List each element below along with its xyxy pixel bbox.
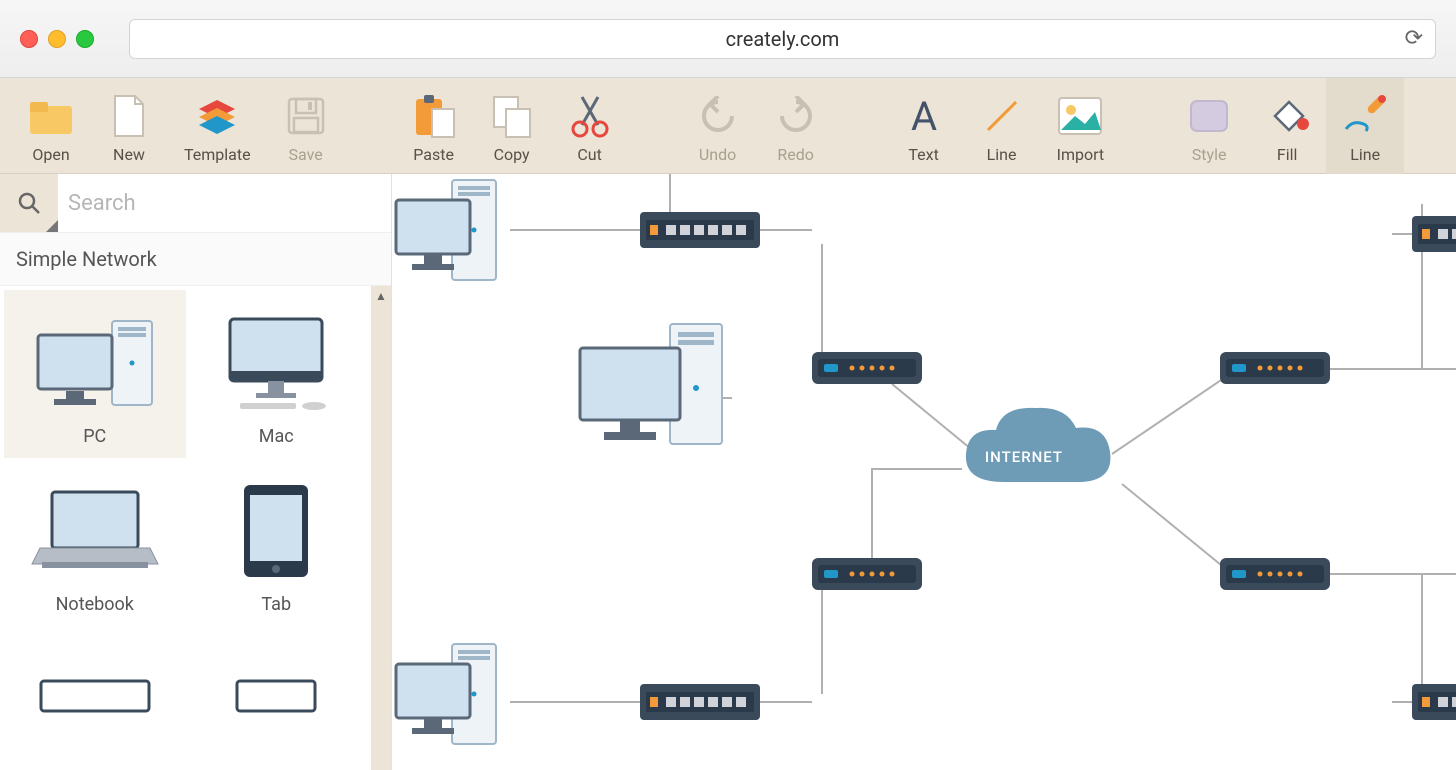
template-button[interactable]: Template (168, 78, 267, 174)
copy-icon (489, 93, 535, 139)
line-style-button[interactable]: Line (1326, 78, 1404, 174)
line-tool-button[interactable]: Line (963, 78, 1041, 174)
search-input[interactable] (58, 174, 391, 232)
reload-icon[interactable]: ⟳ (1405, 26, 1423, 51)
main-toolbar: Open New Template Save Paste Copy (0, 78, 1456, 174)
canvas-router-node[interactable] (1220, 352, 1330, 384)
canvas-switch-node[interactable] (640, 684, 760, 720)
redo-button[interactable]: Redo (757, 78, 835, 174)
device-icon (25, 645, 165, 755)
fill-button[interactable]: Fill (1248, 78, 1326, 174)
mac-icon (206, 308, 346, 418)
search-icon[interactable] (0, 174, 58, 232)
shape-tab-label: Tab (261, 594, 291, 615)
shape-pc-label: PC (83, 426, 106, 447)
canvas-switch-node[interactable] (1412, 684, 1456, 720)
workspace: Simple Network (0, 174, 1456, 770)
notebook-icon (25, 476, 165, 586)
device-icon (206, 645, 346, 755)
shape-sidebar: Simple Network (0, 174, 392, 770)
shape-notebook[interactable]: Notebook (4, 458, 186, 626)
template-icon (194, 93, 240, 139)
cut-button[interactable]: Cut (551, 78, 629, 174)
fill-icon (1264, 93, 1310, 139)
shape-notebook-label: Notebook (56, 594, 134, 615)
shape-library-grid: PC Mac (0, 286, 371, 770)
redo-icon (773, 93, 819, 139)
save-button[interactable]: Save (267, 78, 345, 174)
cut-icon (567, 93, 613, 139)
pencil-icon (1342, 93, 1388, 139)
style-icon (1186, 93, 1232, 139)
address-bar[interactable]: creately.com ⟳ (129, 19, 1436, 59)
undo-icon (695, 93, 741, 139)
text-tool-button[interactable]: A Text (885, 78, 963, 174)
window-controls (20, 30, 94, 48)
canvas-router-node[interactable] (1220, 558, 1330, 590)
canvas-pc-node[interactable] (396, 644, 496, 744)
new-file-icon (106, 93, 152, 139)
library-title[interactable]: Simple Network (0, 232, 391, 286)
canvas-pc-node[interactable] (396, 180, 496, 280)
search-row (0, 174, 391, 232)
maximize-window-button[interactable] (76, 30, 94, 48)
shape-extra-1[interactable] (4, 627, 186, 766)
paste-button[interactable]: Paste (395, 78, 473, 174)
shape-extra-2[interactable] (186, 627, 368, 766)
tab-icon (206, 476, 346, 586)
save-icon (283, 93, 329, 139)
minimize-window-button[interactable] (48, 30, 66, 48)
import-button[interactable]: Import (1041, 78, 1121, 174)
canvas-cloud-node[interactable]: INTERNET (966, 408, 1111, 482)
scroll-up-icon[interactable]: ▲ (371, 286, 391, 306)
canvas-switch-node[interactable] (640, 212, 760, 248)
undo-button[interactable]: Undo (679, 78, 757, 174)
canvas-switch-node[interactable] (1412, 216, 1456, 252)
paste-icon (411, 93, 457, 139)
svg-text:A: A (911, 96, 937, 136)
folder-icon (28, 93, 74, 139)
canvas-router-node[interactable] (812, 352, 922, 384)
shape-mac-label: Mac (259, 426, 294, 447)
pc-icon (25, 308, 165, 418)
diagram-canvas[interactable]: INTERNET (392, 174, 1456, 770)
copy-button[interactable]: Copy (473, 78, 551, 174)
line-icon (979, 93, 1025, 139)
browser-chrome: creately.com ⟳ (0, 0, 1456, 78)
style-button[interactable]: Style (1170, 78, 1248, 174)
shape-mac[interactable]: Mac (186, 290, 368, 458)
canvas-pc-node[interactable] (580, 324, 722, 444)
library-scrollbar[interactable]: ▲ (371, 286, 391, 770)
cloud-label: INTERNET (985, 448, 1063, 466)
text-icon: A (901, 93, 947, 139)
new-button[interactable]: New (90, 78, 168, 174)
shape-tab[interactable]: Tab (186, 458, 368, 626)
close-window-button[interactable] (20, 30, 38, 48)
shape-pc[interactable]: PC (4, 290, 186, 458)
canvas-router-node[interactable] (812, 558, 922, 590)
address-text: creately.com (726, 27, 840, 51)
open-button[interactable]: Open (12, 78, 90, 174)
import-icon (1057, 93, 1103, 139)
